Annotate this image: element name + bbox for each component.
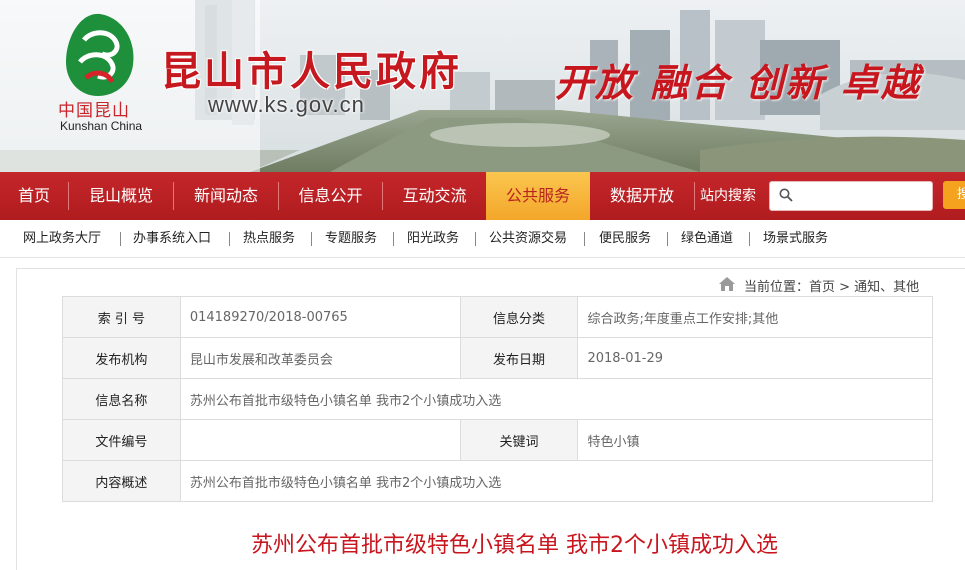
header-banner: 中国昆山 Kunshan China 昆山市人民政府 www.ks.gov.cn…	[0, 0, 965, 172]
table-row: 文件编号 关键词 特色小镇	[62, 419, 933, 461]
breadcrumb-text: 当前位置：首页 > 通知、其他	[744, 280, 920, 295]
subnav-resource-trading[interactable]: 公共资源交易	[489, 220, 567, 257]
docno-label: 文件编号	[62, 419, 181, 461]
subnav-system-entry[interactable]: 办事系统入口	[133, 220, 211, 257]
nav-overview[interactable]: 昆山概览	[69, 172, 173, 220]
table-row: 发布机构 昆山市发展和改革委员会 发布日期 2018-01-29	[62, 337, 933, 379]
subnav-divider	[311, 232, 312, 246]
nav-open-data[interactable]: 数据开放	[590, 172, 694, 220]
nav-home[interactable]: 首页	[0, 172, 68, 220]
table-row: 内容概述 苏州公布首批市级特色小镇名单 我市2个小镇成功入选	[62, 460, 934, 502]
category-value: 综合政务;年度重点工作安排;其他	[577, 296, 933, 338]
sub-nav: 网上政务大厅 办事系统入口 热点服务 专题服务 阳光政务 公共资源交易 便民服务…	[0, 220, 965, 258]
subnav-divider	[120, 232, 121, 246]
article-title: 苏州公布首批市级特色小镇名单 我市2个小镇成功入选	[251, 533, 778, 558]
publisher-value: 昆山市发展和改革委员会	[179, 337, 461, 379]
table-row: 索 引 号 014189270/2018-00765 信息分类 综合政务;年度重…	[62, 296, 933, 338]
publisher-label: 发布机构	[62, 337, 181, 379]
subnav-divider	[584, 232, 585, 246]
name-label: 信息名称	[62, 378, 181, 420]
index-label: 索 引 号	[62, 296, 181, 338]
index-value: 014189270/2018-00765	[179, 296, 461, 338]
date-label: 发布日期	[459, 337, 579, 379]
nav-interaction[interactable]: 互动交流	[383, 172, 486, 220]
logo-english-text: Kunshan China	[60, 119, 143, 133]
subnav-convenience[interactable]: 便民服务	[599, 220, 651, 257]
subnav-divider	[749, 232, 750, 246]
logo-chinese-text: 中国昆山	[58, 101, 130, 121]
subnav-online-hall[interactable]: 网上政务大厅	[23, 220, 101, 257]
info-table: 索 引 号 014189270/2018-00765 信息分类 综合政务;年度重…	[62, 296, 934, 502]
article-title-wrap: 苏州公布首批市级特色小镇名单 我市2个小镇成功入选	[0, 527, 965, 559]
nav-info-disclosure[interactable]: 信息公开	[279, 172, 382, 220]
search-input[interactable]	[800, 185, 928, 207]
keyword-value: 特色小镇	[577, 419, 933, 461]
subnav-divider	[229, 232, 230, 246]
slogan: 开放 融合 创新 卓越	[555, 60, 921, 105]
subnav-green-channel[interactable]: 绿色通道	[681, 220, 733, 257]
subnav-scenario-services[interactable]: 场景式服务	[763, 220, 828, 257]
search-button[interactable]: 搜	[943, 181, 965, 209]
date-value: 2018-01-29	[577, 337, 933, 379]
site-title: 昆山市人民政府	[161, 48, 462, 95]
nav-news[interactable]: 新闻动态	[174, 172, 278, 220]
docno-value	[179, 419, 461, 461]
home-icon	[719, 277, 735, 291]
subnav-divider	[393, 232, 394, 246]
summary-value: 苏州公布首批市级特色小镇名单 我市2个小镇成功入选	[179, 460, 934, 502]
subnav-special-services[interactable]: 专题服务	[325, 220, 377, 257]
subnav-sunshine-affairs[interactable]: 阳光政务	[407, 220, 459, 257]
category-label: 信息分类	[459, 296, 579, 338]
keyword-label: 关键词	[459, 419, 579, 461]
subnav-divider	[667, 232, 668, 246]
site-url: www.ks.gov.cn	[208, 92, 365, 117]
subnav-divider	[475, 232, 476, 246]
nav-public-service[interactable]: 公共服务	[486, 172, 590, 220]
search-box	[769, 181, 933, 211]
search-label: 站内搜索	[700, 188, 756, 204]
search-icon	[779, 188, 793, 202]
name-value: 苏州公布首批市级特色小镇名单 我市2个小镇成功入选	[179, 378, 934, 420]
table-row: 信息名称 苏州公布首批市级特色小镇名单 我市2个小镇成功入选	[62, 378, 934, 420]
subnav-hot-services[interactable]: 热点服务	[243, 220, 295, 257]
summary-label: 内容概述	[62, 460, 181, 502]
nav-divider	[694, 182, 695, 210]
